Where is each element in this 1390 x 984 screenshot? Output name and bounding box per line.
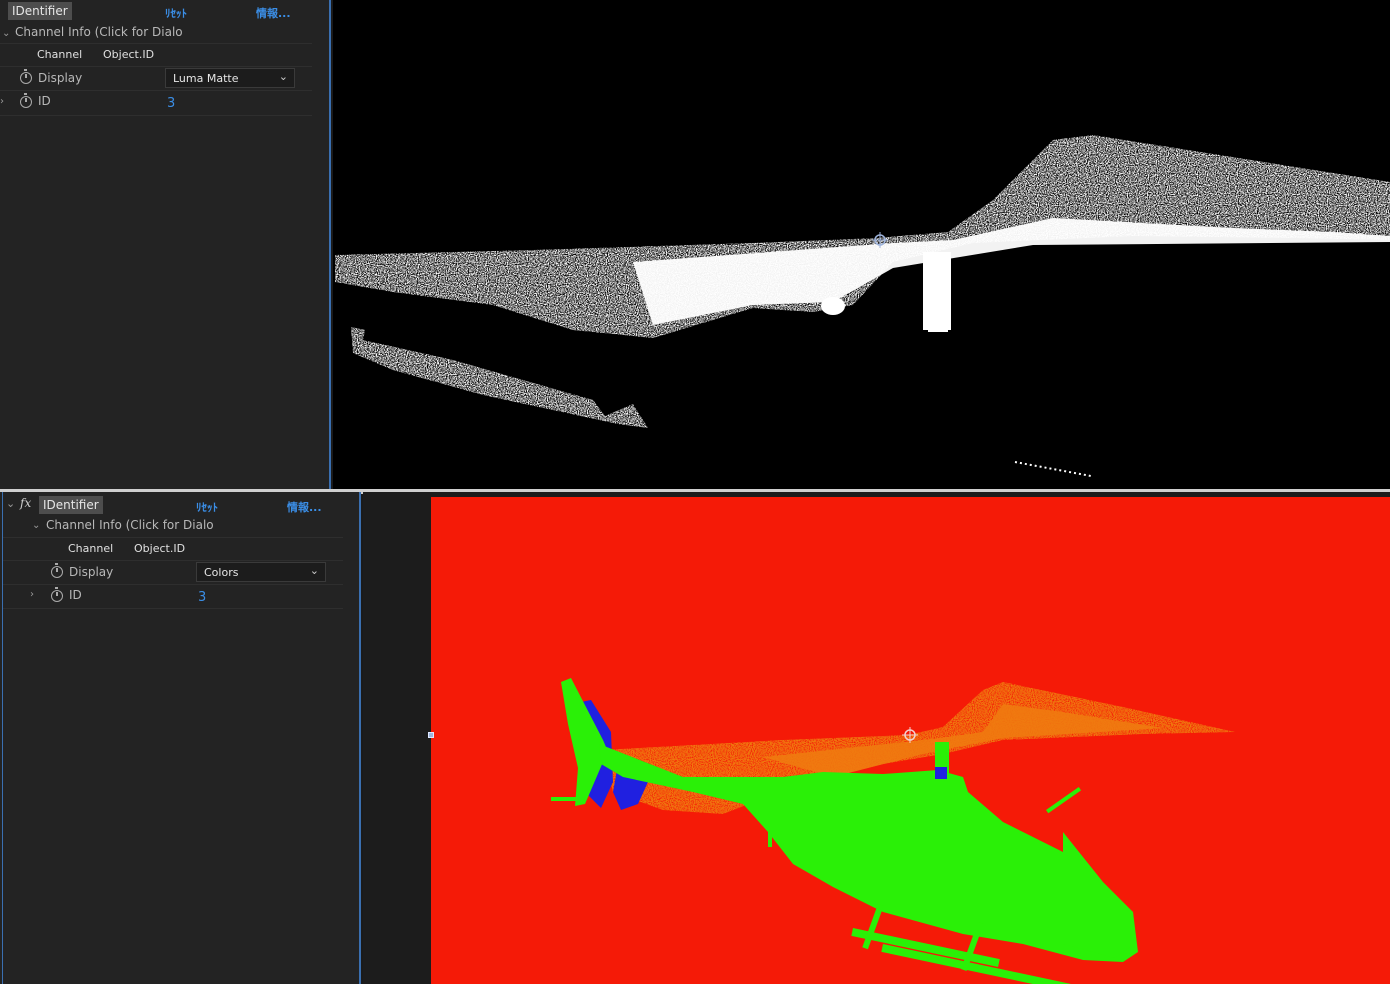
composition-viewer-luma-matte[interactable]: [333, 0, 1390, 492]
effect-name[interactable]: IDentifier: [8, 2, 72, 20]
stopwatch-icon[interactable]: [51, 563, 63, 578]
channel-info-group[interactable]: Channel Info (Click for Dialo: [15, 21, 183, 43]
display-dropdown[interactable]: Colors ⌄: [196, 562, 326, 582]
display-value: Colors: [204, 566, 239, 579]
chevron-right-icon[interactable]: ›: [30, 589, 34, 600]
id-property: ID: [38, 90, 51, 112]
reset-link[interactable]: ﾘｾｯﾄ: [196, 499, 218, 515]
id-value[interactable]: 3: [167, 96, 175, 111]
object-id-colors-render: [431, 497, 1390, 984]
group-label: Channel Info (Click for Dialo: [15, 25, 183, 39]
effect-header: IDentifier: [39, 494, 103, 516]
display-property: Display: [69, 561, 113, 583]
group-label: Channel Info (Click for Dialo: [46, 518, 214, 532]
fx-toggle[interactable]: fx: [20, 496, 31, 510]
composition-viewer-colors[interactable]: [363, 492, 1390, 984]
channel-info-group[interactable]: Channel Info (Click for Dialo: [46, 514, 214, 536]
stopwatch-icon[interactable]: [20, 93, 32, 108]
chevron-down-icon[interactable]: ⌄: [32, 520, 40, 531]
bottom-screenshot: ⌄ fx IDentifier ﾘｾｯﾄ 情報... ⌄ Channel Inf…: [0, 492, 1390, 984]
chevron-down-icon[interactable]: ⌄: [2, 28, 10, 39]
panel-divider: [359, 492, 361, 984]
display-dropdown[interactable]: Luma Matte ⌄: [165, 68, 295, 88]
display-property: Display: [38, 67, 82, 89]
column-object-id: Object.ID: [134, 542, 186, 555]
reset-link[interactable]: ﾘｾｯﾄ: [165, 5, 187, 21]
id-label: ID: [69, 588, 82, 602]
column-channel: Channel: [37, 48, 83, 61]
top-screenshot: IDentifier ﾘｾｯﾄ 情報... ⌄ Channel Info (Cl…: [0, 0, 1390, 492]
chevron-right-icon[interactable]: ›: [0, 96, 4, 107]
chevron-down-icon[interactable]: ⌄: [6, 497, 15, 510]
layer-handle-left[interactable]: [428, 732, 434, 738]
effect-controls-panel: IDentifier ﾘｾｯﾄ 情報... ⌄ Channel Info (Cl…: [0, 0, 330, 492]
id-label: ID: [38, 94, 51, 108]
stopwatch-icon[interactable]: [20, 69, 32, 84]
stopwatch-icon[interactable]: [51, 587, 63, 602]
panel-divider: [329, 0, 331, 492]
id-property: ID: [69, 584, 82, 606]
column-channel: Channel: [68, 542, 114, 555]
column-object-id: Object.ID: [103, 48, 155, 61]
display-label: Display: [38, 71, 83, 85]
id-value[interactable]: 3: [198, 590, 206, 605]
effect-name[interactable]: IDentifier: [39, 496, 103, 514]
effect-controls-panel: ⌄ fx IDentifier ﾘｾｯﾄ 情報... ⌄ Channel Inf…: [0, 492, 361, 984]
info-link[interactable]: 情報...: [287, 499, 322, 515]
chevron-down-icon: ⌄: [309, 564, 319, 577]
display-value: Luma Matte: [173, 72, 239, 85]
effect-header: IDentifier: [8, 0, 72, 22]
info-link[interactable]: 情報...: [256, 5, 291, 21]
chevron-down-icon: ⌄: [278, 70, 288, 83]
luma-matte-render: [335, 135, 1390, 477]
display-label: Display: [69, 565, 114, 579]
